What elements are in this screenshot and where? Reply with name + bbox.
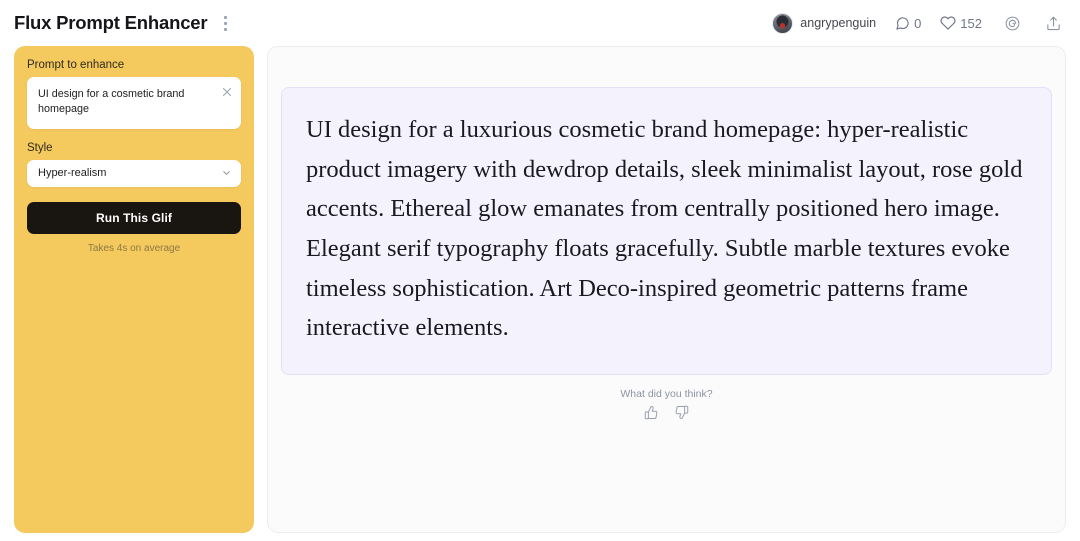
- app-header: Flux Prompt Enhancer angrypenguin 0 152: [0, 0, 1080, 46]
- spiral-remix-icon[interactable]: [1001, 12, 1023, 34]
- result-panel: UI design for a luxurious cosmetic brand…: [281, 87, 1052, 376]
- share-upload-icon[interactable]: [1042, 12, 1064, 34]
- prompt-input-value: UI design for a cosmetic brand homepage: [38, 88, 185, 116]
- close-x-icon[interactable]: [221, 86, 233, 98]
- input-sidebar: Prompt to enhance UI design for a cosmet…: [14, 46, 254, 533]
- user-chip[interactable]: angrypenguin: [772, 12, 877, 34]
- chevron-down-icon: [221, 168, 232, 179]
- style-select[interactable]: Hyper-realism: [27, 159, 241, 187]
- avatar: [772, 12, 794, 34]
- comment-count-label: 0: [914, 15, 922, 31]
- header-right-group: angrypenguin 0 152: [772, 12, 1064, 34]
- feedback-question: What did you think?: [620, 388, 713, 401]
- prompt-field-label: Prompt to enhance: [27, 59, 125, 71]
- average-time-note: Takes 4s on average: [87, 242, 181, 254]
- username-label: angrypenguin: [800, 16, 877, 30]
- comment-count-button[interactable]: 0: [895, 16, 921, 31]
- heart-icon: [940, 15, 956, 31]
- output-card: UI design for a luxurious cosmetic brand…: [267, 46, 1066, 533]
- feedback-buttons: [281, 405, 1052, 420]
- comment-bubble-icon: [895, 16, 910, 31]
- like-count-button[interactable]: 152: [940, 15, 982, 31]
- prompt-input[interactable]: UI design for a cosmetic brand homepage: [27, 77, 241, 129]
- thumbs-down-icon[interactable]: [674, 405, 689, 420]
- main-stage: Prompt to enhance UI design for a cosmet…: [0, 46, 1080, 541]
- like-count-label: 152: [960, 15, 982, 31]
- thumbs-up-icon[interactable]: [644, 405, 659, 420]
- style-field-label: Style: [27, 141, 53, 154]
- page-title: Flux Prompt Enhancer: [14, 12, 208, 33]
- header-left-group: Flux Prompt Enhancer: [14, 11, 234, 35]
- style-select-value: Hyper-realism: [38, 167, 107, 180]
- run-glif-button[interactable]: Run This Glif: [27, 201, 241, 234]
- kebab-menu-icon[interactable]: [216, 11, 234, 35]
- result-text: UI design for a luxurious cosmetic brand…: [306, 116, 1023, 342]
- feedback-section: What did you think?: [281, 388, 1052, 420]
